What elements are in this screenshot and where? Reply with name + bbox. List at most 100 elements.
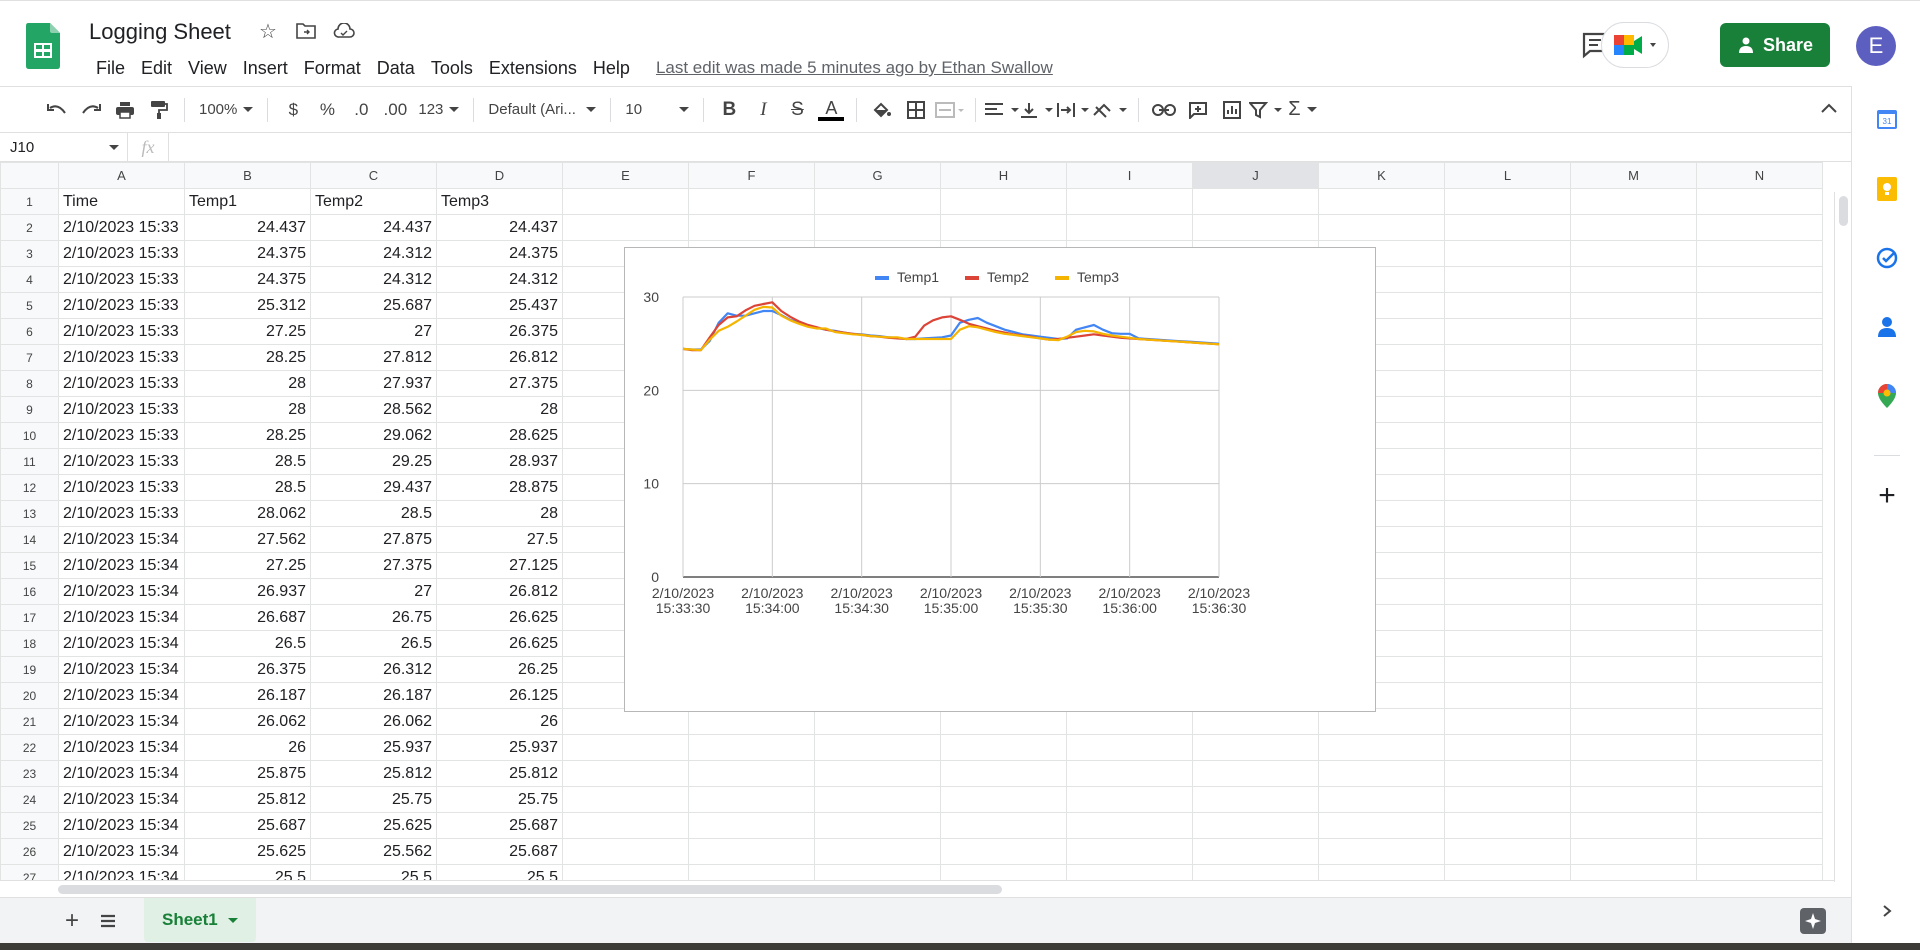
- horizontal-scroll-thumb[interactable]: [58, 885, 1002, 894]
- cell[interactable]: 2/10/2023 15:33: [58, 318, 185, 345]
- cell[interactable]: [1066, 734, 1193, 761]
- cell[interactable]: 26.5: [184, 630, 311, 657]
- cell[interactable]: 2/10/2023 15:34: [58, 604, 185, 631]
- cell[interactable]: [1444, 214, 1571, 241]
- cell[interactable]: 24.437: [184, 214, 311, 241]
- cell[interactable]: 2/10/2023 15:33: [58, 500, 185, 527]
- cell[interactable]: [1696, 292, 1823, 319]
- tasks-icon[interactable]: [1874, 245, 1900, 271]
- cell[interactable]: [1696, 240, 1823, 267]
- cell[interactable]: [1570, 370, 1697, 397]
- cell[interactable]: 26.375: [184, 656, 311, 683]
- cell[interactable]: 24.312: [436, 266, 563, 293]
- cell[interactable]: 26.75: [310, 604, 437, 631]
- all-sheets-icon[interactable]: [96, 909, 120, 933]
- explore-icon[interactable]: [1800, 908, 1826, 934]
- cell[interactable]: [940, 812, 1067, 839]
- insert-link-icon[interactable]: [1147, 94, 1181, 126]
- functions-icon[interactable]: Σ: [1285, 94, 1319, 126]
- cell[interactable]: [1696, 760, 1823, 787]
- row-header[interactable]: 23: [0, 760, 59, 787]
- cell[interactable]: [688, 838, 815, 865]
- cell[interactable]: [1444, 292, 1571, 319]
- cell[interactable]: [1696, 396, 1823, 423]
- cell[interactable]: [1444, 682, 1571, 709]
- cell[interactable]: [940, 188, 1067, 215]
- cell[interactable]: [1444, 604, 1571, 631]
- cell[interactable]: [1696, 734, 1823, 761]
- star-icon[interactable]: ☆: [256, 19, 280, 43]
- meet-button[interactable]: [1601, 22, 1669, 68]
- add-sheet-icon[interactable]: +: [58, 907, 86, 934]
- cell[interactable]: [1570, 708, 1697, 735]
- cell[interactable]: [1570, 422, 1697, 449]
- cell[interactable]: [1570, 838, 1697, 865]
- cell[interactable]: [1192, 188, 1319, 215]
- cell[interactable]: [1444, 708, 1571, 735]
- column-header-n[interactable]: N: [1696, 162, 1823, 189]
- cell[interactable]: 25.687: [184, 812, 311, 839]
- cell[interactable]: [1570, 292, 1697, 319]
- cell[interactable]: [1696, 474, 1823, 501]
- row-header[interactable]: 25: [0, 812, 59, 839]
- cell[interactable]: 29.25: [310, 448, 437, 475]
- cell[interactable]: [1696, 188, 1823, 215]
- cell[interactable]: 24.312: [310, 240, 437, 267]
- cell[interactable]: Time: [58, 188, 185, 215]
- cell[interactable]: [1444, 578, 1571, 605]
- cell[interactable]: [1570, 760, 1697, 787]
- text-wrapping-icon[interactable]: [1056, 94, 1092, 126]
- cell[interactable]: [940, 838, 1067, 865]
- row-header[interactable]: 18: [0, 630, 59, 657]
- row-header[interactable]: 19: [0, 656, 59, 683]
- cell[interactable]: 2/10/2023 15:33: [58, 344, 185, 371]
- cell[interactable]: 27: [310, 578, 437, 605]
- cell[interactable]: [1444, 344, 1571, 371]
- cell[interactable]: 26.25: [436, 656, 563, 683]
- cell[interactable]: 25.875: [184, 760, 311, 787]
- paint-format-icon[interactable]: [142, 94, 176, 126]
- cell[interactable]: [1444, 500, 1571, 527]
- cell[interactable]: [1444, 656, 1571, 683]
- cell[interactable]: [1570, 656, 1697, 683]
- cell[interactable]: 24.375: [436, 240, 563, 267]
- cell[interactable]: 26.187: [184, 682, 311, 709]
- cell[interactable]: [1570, 682, 1697, 709]
- menu-data[interactable]: Data: [369, 55, 423, 81]
- cell[interactable]: [1696, 370, 1823, 397]
- cell[interactable]: 2/10/2023 15:33: [58, 214, 185, 241]
- cell[interactable]: 26.062: [184, 708, 311, 735]
- row-header[interactable]: 13: [0, 500, 59, 527]
- horizontal-align-icon[interactable]: [984, 94, 1020, 126]
- cell[interactable]: [562, 838, 689, 865]
- cell[interactable]: 28: [436, 396, 563, 423]
- cell[interactable]: 27.812: [310, 344, 437, 371]
- move-to-folder-icon[interactable]: [294, 19, 318, 43]
- column-header-h[interactable]: H: [940, 162, 1067, 189]
- cell[interactable]: [1444, 448, 1571, 475]
- cell[interactable]: [1570, 578, 1697, 605]
- cell[interactable]: 25.75: [310, 786, 437, 813]
- cell[interactable]: [688, 786, 815, 813]
- cell[interactable]: [1570, 396, 1697, 423]
- cell[interactable]: 2/10/2023 15:33: [58, 240, 185, 267]
- cell[interactable]: [688, 214, 815, 241]
- cell[interactable]: [1444, 630, 1571, 657]
- row-header[interactable]: 4: [0, 266, 59, 293]
- sheet-tab[interactable]: Sheet1: [144, 898, 256, 942]
- cell[interactable]: [814, 812, 941, 839]
- cell[interactable]: 28: [184, 396, 311, 423]
- cell[interactable]: [1444, 474, 1571, 501]
- cell[interactable]: 25.625: [310, 812, 437, 839]
- cell[interactable]: [1696, 812, 1823, 839]
- cell[interactable]: [1444, 760, 1571, 787]
- cell[interactable]: 25.812: [310, 760, 437, 787]
- menu-format[interactable]: Format: [296, 55, 369, 81]
- menu-insert[interactable]: Insert: [235, 55, 296, 81]
- cell[interactable]: 26.625: [436, 604, 563, 631]
- cloud-saved-icon[interactable]: [332, 19, 356, 43]
- cell[interactable]: [1444, 370, 1571, 397]
- select-all-corner[interactable]: [0, 162, 59, 189]
- cell[interactable]: 28.5: [184, 448, 311, 475]
- row-header[interactable]: 6: [0, 318, 59, 345]
